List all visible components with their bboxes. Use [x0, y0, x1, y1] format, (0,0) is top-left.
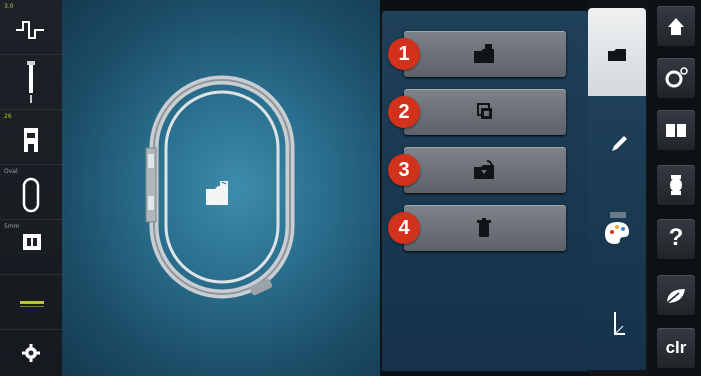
feed-dog-item[interactable]: 5mm — [0, 220, 62, 275]
guide-button[interactable] — [657, 110, 695, 150]
step-badge-3: 3 — [388, 154, 420, 186]
copy-icon — [477, 103, 492, 119]
step-badge-4: 4 — [388, 212, 420, 244]
step-badge-1: 1 — [388, 38, 420, 70]
menu-tabs — [588, 0, 648, 376]
duplicate-button[interactable]: 2 — [388, 89, 566, 135]
presser-foot-label: 26 — [4, 113, 12, 120]
clear-button[interactable]: clr — [657, 328, 695, 368]
step-badge-2: 2 — [388, 96, 420, 128]
folder-icon — [206, 181, 228, 205]
sewing-consultant-button[interactable] — [657, 165, 695, 205]
needle-icon — [27, 61, 35, 103]
help-label: ? — [668, 224, 684, 251]
sewing-machine-screen: 3.0 26 Oval 5mm 1 2 3 4 ? clr — [0, 0, 701, 376]
stitch-width-item[interactable]: 3.0 — [0, 0, 62, 55]
clr-label: clr — [665, 338, 687, 357]
thread-tension-item[interactable] — [0, 275, 62, 330]
stitch-width-label: 3.0 — [4, 3, 14, 10]
home-button[interactable] — [657, 6, 695, 46]
save-button[interactable]: 3 — [388, 147, 566, 193]
gear-icon — [22, 344, 40, 362]
tab-color-palette-icon[interactable] — [602, 212, 632, 246]
thread-line-icon — [20, 301, 44, 307]
hoop-item[interactable]: Oval — [0, 165, 62, 220]
thread-spool-icon — [670, 175, 682, 195]
settings-item[interactable] — [0, 330, 62, 376]
folder-tab-icon — [608, 49, 626, 61]
setup-button[interactable] — [657, 58, 695, 98]
tab-stitch-icon[interactable] — [609, 310, 629, 340]
tab-strip — [588, 96, 646, 370]
eco-leaf-icon — [666, 289, 685, 304]
file-menu-panel: 1 2 3 4 — [381, 10, 589, 372]
home-icon — [668, 18, 684, 35]
tab-edit-pencil-icon[interactable] — [609, 134, 629, 154]
embroidery-canvas[interactable] — [62, 0, 380, 376]
open-from-folder-button[interactable]: 1 — [388, 31, 566, 77]
needle-item[interactable] — [0, 55, 62, 110]
function-bar: ? clr — [648, 0, 701, 376]
delete-button[interactable]: 4 — [388, 205, 566, 251]
tab-folder[interactable] — [588, 8, 646, 96]
eco-button[interactable] — [657, 275, 695, 315]
setup-gear-icon — [665, 67, 688, 88]
save-download-icon — [474, 160, 494, 179]
book-icon — [666, 124, 686, 137]
feed-dog-label: 5mm — [4, 223, 20, 230]
presser-foot-item[interactable]: 26 — [0, 110, 62, 165]
status-bar: 3.0 26 Oval 5mm — [0, 0, 63, 376]
trash-icon — [477, 218, 491, 237]
folder-open-icon — [474, 44, 494, 63]
hoop-label: Oval — [4, 168, 18, 175]
help-button[interactable]: ? — [657, 219, 695, 259]
